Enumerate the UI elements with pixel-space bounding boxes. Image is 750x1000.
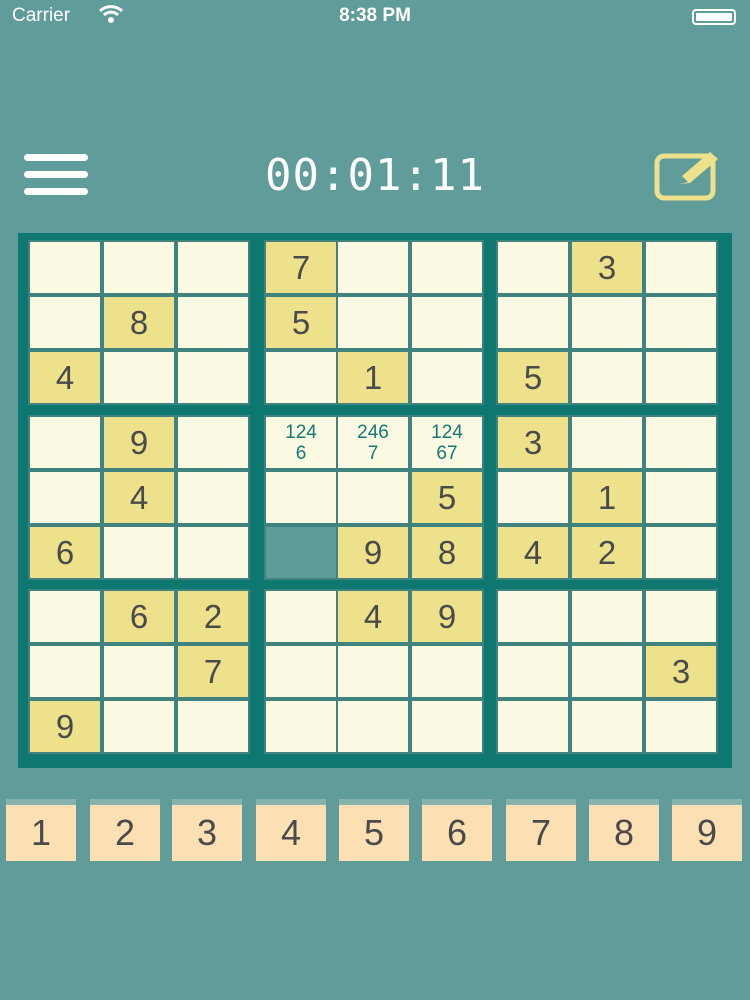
sudoku-cell-r2c5[interactable] xyxy=(338,297,408,348)
sudoku-cell-r9c2[interactable] xyxy=(104,701,174,752)
sudoku-cell-r5c8[interactable]: 1 xyxy=(572,472,642,523)
sudoku-cell-r1c5[interactable] xyxy=(338,242,408,293)
sudoku-cell-r7c8[interactable] xyxy=(572,591,642,642)
sudoku-cell-r3c4[interactable] xyxy=(266,352,336,403)
number-key-7[interactable]: 7 xyxy=(506,805,576,861)
sudoku-cell-r2c1[interactable] xyxy=(30,297,100,348)
sudoku-board: 7 3 8 5 4 1 5 9 124 6 246 7 124 67 3 4 5 1 6 9 8 4 2 6 2 4 9 7 3 9 xyxy=(18,233,732,768)
sudoku-cell-r4c2[interactable]: 9 xyxy=(104,417,174,468)
sudoku-cell-r3c8[interactable] xyxy=(572,352,642,403)
sudoku-cell-r7c1[interactable] xyxy=(30,591,100,642)
sudoku-cell-r1c7[interactable] xyxy=(498,242,568,293)
sudoku-cell-r4c9[interactable] xyxy=(646,417,716,468)
sudoku-cell-r3c3[interactable] xyxy=(178,352,248,403)
number-key-8[interactable]: 8 xyxy=(589,805,659,861)
sudoku-cell-r5c4[interactable] xyxy=(266,472,336,523)
sudoku-cell-r9c3[interactable] xyxy=(178,701,248,752)
number-key-2[interactable]: 2 xyxy=(90,805,160,861)
sudoku-cell-r4c1[interactable] xyxy=(30,417,100,468)
sudoku-cell-r5c6[interactable]: 5 xyxy=(412,472,482,523)
sudoku-cell-r6c9[interactable] xyxy=(646,527,716,578)
sudoku-cell-r1c1[interactable] xyxy=(30,242,100,293)
sudoku-cell-r9c1[interactable]: 9 xyxy=(30,701,100,752)
sudoku-cell-r8c8[interactable] xyxy=(572,646,642,697)
sudoku-cell-r7c6[interactable]: 9 xyxy=(412,591,482,642)
sudoku-cell-r7c4[interactable] xyxy=(266,591,336,642)
sudoku-cell-r6c8[interactable]: 2 xyxy=(572,527,642,578)
sudoku-cell-r2c8[interactable] xyxy=(572,297,642,348)
number-key-6[interactable]: 6 xyxy=(422,805,492,861)
sudoku-cell-r8c2[interactable] xyxy=(104,646,174,697)
sudoku-cell-r4c3[interactable] xyxy=(178,417,248,468)
sudoku-cell-r4c6[interactable]: 124 67 xyxy=(412,417,482,468)
sudoku-cell-r8c9[interactable]: 3 xyxy=(646,646,716,697)
sudoku-cell-r2c7[interactable] xyxy=(498,297,568,348)
pencil-edit-icon xyxy=(654,152,718,201)
sudoku-cell-r1c3[interactable] xyxy=(178,242,248,293)
sudoku-cell-r5c2[interactable]: 4 xyxy=(104,472,174,523)
sudoku-cell-r1c4[interactable]: 7 xyxy=(266,242,336,293)
sudoku-cell-r8c3[interactable]: 7 xyxy=(178,646,248,697)
sudoku-cell-r5c1[interactable] xyxy=(30,472,100,523)
sudoku-cell-r7c9[interactable] xyxy=(646,591,716,642)
sudoku-cell-r9c9[interactable] xyxy=(646,701,716,752)
sudoku-cell-r3c5[interactable]: 1 xyxy=(338,352,408,403)
sudoku-cell-r2c3[interactable] xyxy=(178,297,248,348)
sudoku-cell-r6c2[interactable] xyxy=(104,527,174,578)
number-key-5[interactable]: 5 xyxy=(339,805,409,861)
sudoku-cell-r9c8[interactable] xyxy=(572,701,642,752)
sudoku-cell-r2c9[interactable] xyxy=(646,297,716,348)
sudoku-cell-r6c5[interactable]: 9 xyxy=(338,527,408,578)
sudoku-cell-r3c9[interactable] xyxy=(646,352,716,403)
game-timer: 00:01:11 xyxy=(265,150,485,201)
number-key-3[interactable]: 3 xyxy=(172,805,242,861)
sudoku-cell-r5c7[interactable] xyxy=(498,472,568,523)
sudoku-cell-r2c4[interactable]: 5 xyxy=(266,297,336,348)
number-key-9[interactable]: 9 xyxy=(672,805,742,861)
sudoku-cell-r8c7[interactable] xyxy=(498,646,568,697)
sudoku-cell-r1c8[interactable]: 3 xyxy=(572,242,642,293)
sudoku-cell-r8c6[interactable] xyxy=(412,646,482,697)
sudoku-cell-r6c4[interactable] xyxy=(266,527,336,578)
status-bar: Carrier 8:38 PM xyxy=(0,0,750,34)
sudoku-cell-r4c8[interactable] xyxy=(572,417,642,468)
status-time: 8:38 PM xyxy=(339,5,411,26)
sudoku-cell-r3c6[interactable] xyxy=(412,352,482,403)
sudoku-cell-r9c6[interactable] xyxy=(412,701,482,752)
sudoku-cell-r3c7[interactable]: 5 xyxy=(498,352,568,403)
sudoku-cell-r2c6[interactable] xyxy=(412,297,482,348)
sudoku-cell-r4c4[interactable]: 124 6 xyxy=(266,417,336,468)
sudoku-cell-r7c5[interactable]: 4 xyxy=(338,591,408,642)
sudoku-cell-r6c6[interactable]: 8 xyxy=(412,527,482,578)
sudoku-cell-r4c7[interactable]: 3 xyxy=(498,417,568,468)
number-key-1[interactable]: 1 xyxy=(6,805,76,861)
battery-icon xyxy=(692,9,736,25)
sudoku-cell-r6c3[interactable] xyxy=(178,527,248,578)
sudoku-cell-r7c2[interactable]: 6 xyxy=(104,591,174,642)
sudoku-cell-r6c1[interactable]: 6 xyxy=(30,527,100,578)
sudoku-cell-r3c2[interactable] xyxy=(104,352,174,403)
number-key-4[interactable]: 4 xyxy=(256,805,326,861)
sudoku-cell-r9c5[interactable] xyxy=(338,701,408,752)
sudoku-cell-r1c6[interactable] xyxy=(412,242,482,293)
sudoku-cell-r2c2[interactable]: 8 xyxy=(104,297,174,348)
sudoku-cell-r7c3[interactable]: 2 xyxy=(178,591,248,642)
sudoku-cell-r9c7[interactable] xyxy=(498,701,568,752)
sudoku-cell-r5c3[interactable] xyxy=(178,472,248,523)
sudoku-cell-r8c5[interactable] xyxy=(338,646,408,697)
sudoku-cell-r1c9[interactable] xyxy=(646,242,716,293)
sudoku-cell-r7c7[interactable] xyxy=(498,591,568,642)
sudoku-cell-r8c4[interactable] xyxy=(266,646,336,697)
sudoku-cell-r6c7[interactable]: 4 xyxy=(498,527,568,578)
sudoku-cell-r9c4[interactable] xyxy=(266,701,336,752)
edit-notes-button[interactable] xyxy=(652,148,728,204)
sudoku-cell-r5c5[interactable] xyxy=(338,472,408,523)
sudoku-cell-r3c1[interactable]: 4 xyxy=(30,352,100,403)
sudoku-cell-r8c1[interactable] xyxy=(30,646,100,697)
sudoku-cell-r5c9[interactable] xyxy=(646,472,716,523)
sudoku-cell-r4c5[interactable]: 246 7 xyxy=(338,417,408,468)
sudoku-cell-r1c2[interactable] xyxy=(104,242,174,293)
